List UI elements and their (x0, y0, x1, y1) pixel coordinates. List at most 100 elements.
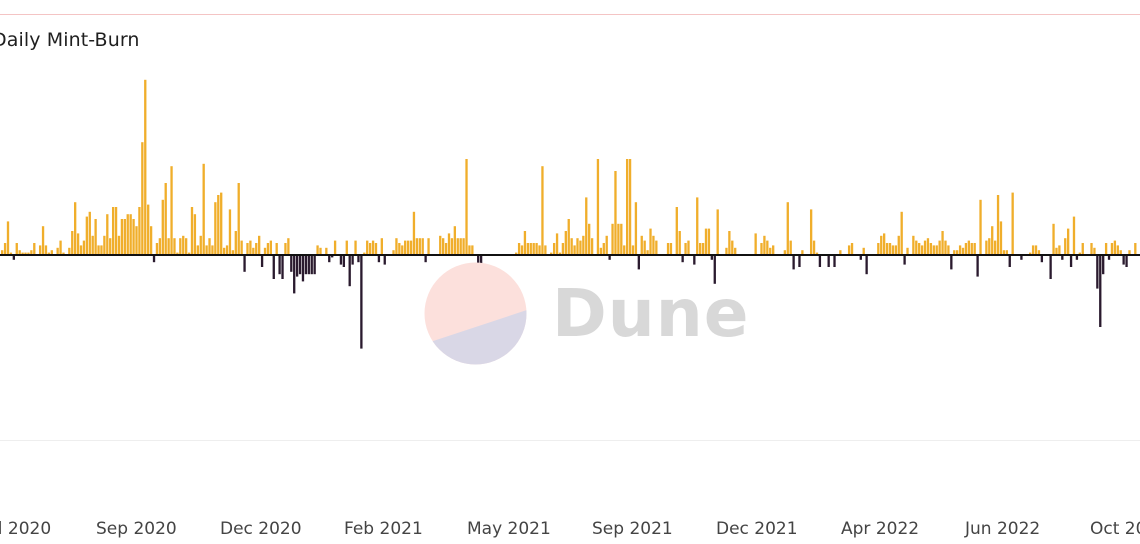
mint-bar[interactable] (885, 243, 889, 255)
mint-bar[interactable] (929, 243, 933, 255)
mint-bar[interactable] (173, 238, 176, 255)
mint-bar[interactable] (252, 247, 255, 255)
mint-bar[interactable] (74, 202, 77, 255)
mint-bar[interactable] (582, 235, 585, 255)
mint-bar[interactable] (319, 247, 322, 255)
mint-bar[interactable] (418, 238, 421, 255)
mint-bar[interactable] (76, 233, 80, 255)
mint-bar[interactable] (850, 243, 854, 255)
mint-bar[interactable] (684, 243, 687, 255)
mint-bar[interactable] (941, 231, 944, 255)
mint-bar[interactable] (1116, 245, 1119, 255)
mint-bar[interactable] (640, 235, 643, 255)
burn-bar[interactable] (310, 255, 313, 275)
burn-bar[interactable] (313, 255, 316, 275)
mint-bar[interactable] (912, 235, 915, 255)
mint-bar[interactable] (371, 240, 375, 255)
mint-bar[interactable] (138, 207, 141, 255)
mint-bar[interactable] (993, 240, 997, 255)
burn-bar[interactable] (903, 255, 906, 265)
mint-bar[interactable] (234, 231, 237, 255)
mint-bar[interactable] (996, 195, 1000, 255)
mint-bar[interactable] (97, 245, 100, 255)
mint-bar[interactable] (716, 209, 719, 255)
mint-bar[interactable] (196, 245, 199, 255)
mint-bar[interactable] (696, 197, 699, 255)
mint-bar[interactable] (214, 202, 217, 255)
mint-bar[interactable] (462, 238, 465, 255)
mint-bar[interactable] (164, 183, 167, 255)
mint-bar[interactable] (374, 243, 378, 255)
burn-bar[interactable] (278, 255, 281, 275)
mint-bar[interactable] (368, 243, 372, 255)
burn-bar[interactable] (328, 255, 331, 263)
mint-bar[interactable] (704, 228, 708, 255)
mint-bar[interactable] (649, 228, 652, 255)
mint-bar[interactable] (882, 233, 886, 255)
mint-bar[interactable] (888, 243, 892, 255)
mint-bar[interactable] (141, 142, 144, 255)
mint-bar[interactable] (398, 243, 401, 255)
mint-bar[interactable] (999, 221, 1003, 255)
mint-bar[interactable] (544, 245, 547, 255)
mint-bar[interactable] (456, 238, 459, 255)
mint-bar[interactable] (333, 240, 337, 255)
mint-bar[interactable] (699, 243, 702, 255)
burn-bar[interactable] (152, 255, 156, 263)
mint-bar[interactable] (786, 202, 789, 255)
mint-bar[interactable] (202, 163, 205, 255)
mint-bar[interactable] (678, 231, 681, 255)
mint-bar[interactable] (734, 247, 737, 255)
mint-bar[interactable] (147, 204, 150, 255)
burn-bar[interactable] (351, 255, 354, 265)
mint-bar[interactable] (588, 223, 591, 255)
mint-bar[interactable] (167, 238, 170, 255)
mint-bar[interactable] (158, 238, 162, 255)
mint-bar[interactable] (208, 238, 211, 255)
burn-bar[interactable] (827, 255, 830, 267)
mint-bar[interactable] (652, 235, 655, 255)
mint-bar[interactable] (935, 245, 938, 255)
mint-bar[interactable] (237, 183, 240, 255)
mint-bar[interactable] (275, 243, 278, 255)
mint-bar[interactable] (222, 247, 226, 255)
mint-bar[interactable] (345, 240, 348, 255)
mint-bar[interactable] (552, 243, 556, 255)
mint-bar[interactable] (182, 235, 185, 255)
mint-bar[interactable] (117, 235, 121, 255)
mint-bar[interactable] (249, 240, 252, 255)
burn-bar[interactable] (304, 255, 308, 275)
mint-bar[interactable] (517, 243, 521, 255)
mint-bar[interactable] (520, 245, 524, 255)
mint-bar[interactable] (442, 238, 445, 255)
burn-bar[interactable] (307, 255, 310, 275)
burn-bar[interactable] (360, 255, 363, 349)
mint-bar[interactable] (847, 245, 851, 255)
burn-bar[interactable] (1122, 255, 1125, 265)
mint-bar[interactable] (269, 240, 273, 255)
burn-bar[interactable] (290, 255, 293, 272)
mint-bar[interactable] (579, 240, 582, 255)
mint-bar[interactable] (617, 223, 620, 255)
burn-bar[interactable] (357, 255, 360, 263)
mint-bar[interactable] (538, 245, 541, 255)
burn-bar[interactable] (281, 255, 284, 279)
mint-bar[interactable] (287, 238, 290, 255)
mint-bar[interactable] (1093, 247, 1096, 255)
mint-bar[interactable] (79, 245, 83, 255)
mint-bar[interactable] (1090, 243, 1093, 255)
mint-bar[interactable] (958, 245, 962, 255)
mint-bar[interactable] (427, 238, 430, 255)
mint-bar[interactable] (439, 235, 442, 255)
mint-bar[interactable] (225, 245, 229, 255)
mint-bar[interactable] (103, 235, 106, 255)
mint-bar[interactable] (897, 235, 900, 255)
burn-bar[interactable] (377, 255, 381, 263)
mint-bar[interactable] (450, 238, 454, 255)
mint-bar[interactable] (973, 243, 976, 255)
mint-bar[interactable] (923, 240, 927, 255)
mint-bar[interactable] (1110, 243, 1114, 255)
mint-bar[interactable] (120, 219, 124, 255)
mint-bar[interactable] (812, 240, 816, 255)
mint-bar[interactable] (44, 245, 48, 255)
